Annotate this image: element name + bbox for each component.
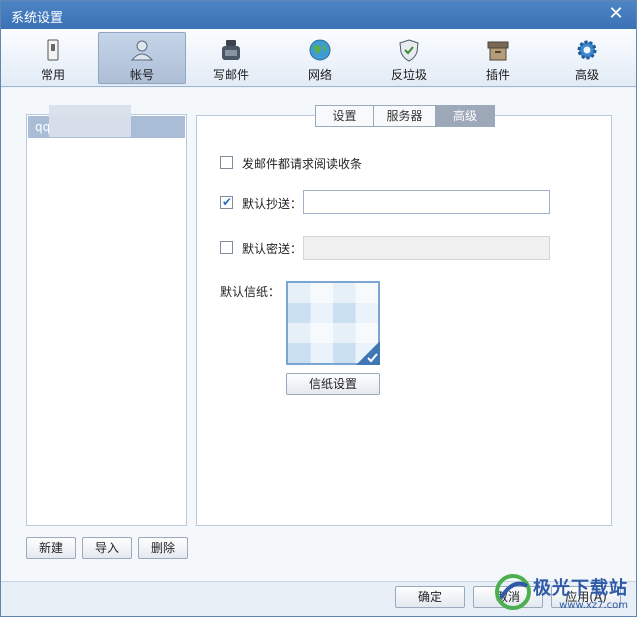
globe-icon (309, 39, 331, 61)
toolbar-item-label: 写邮件 (212, 68, 249, 82)
default-bcc-checkbox[interactable] (220, 241, 233, 254)
default-cc-checkbox[interactable]: ✔ (220, 195, 233, 209)
watermark-text: 极光下载站 (533, 577, 628, 599)
phone-icon (47, 39, 59, 61)
title-bar: 系统设置 ✕ (1, 1, 636, 29)
toolbar-item-label: 常用 (40, 68, 65, 82)
advanced-panel (196, 115, 612, 526)
ok-button[interactable]: 确定 (395, 586, 465, 608)
toolbar-item-label: 反垃圾 (390, 68, 427, 82)
read-receipt-checkbox[interactable] (220, 156, 233, 169)
watermark-logo-icon (495, 574, 531, 610)
delete-account-button[interactable]: 删除 (138, 537, 188, 559)
tab-settings[interactable]: 设置 (315, 105, 374, 127)
account-name: qq (35, 120, 51, 134)
tab-server[interactable]: 服务器 (373, 105, 436, 127)
default-cc-input[interactable] (303, 190, 550, 214)
stationery-settings-button[interactable]: 信纸设置 (286, 373, 380, 395)
toolbar-item-compose[interactable]: 写邮件 (187, 32, 275, 84)
toolbar-item-label: 插件 (485, 68, 510, 82)
user-icon (130, 40, 154, 61)
stationery-label: 默认信纸： (220, 285, 281, 299)
import-account-button[interactable]: 导入 (82, 537, 132, 559)
gear-icon (577, 40, 597, 60)
close-icon[interactable]: ✕ (606, 4, 626, 24)
stationery-preview[interactable] (286, 281, 380, 365)
tab-advanced[interactable]: 高级 (435, 105, 495, 127)
toolbar-item-plugins[interactable]: 插件 (454, 32, 542, 84)
account-list[interactable]: qq (26, 105, 187, 526)
toolbar-item-advanced[interactable]: 高级 (543, 32, 631, 84)
selected-check-icon (356, 341, 380, 365)
toolbar-item-label: 网络 (307, 68, 332, 82)
ink-bottle-icon (222, 40, 240, 60)
default-bcc-input[interactable] (303, 236, 550, 260)
content-area: qq 新建 导入 删除 设置 服务器 高级 发邮件都请求阅读收条 ✔ 默认抄送：… (1, 88, 636, 616)
toolbar-item-general[interactable]: 常用 (9, 32, 97, 84)
checkmark-icon: ✔ (222, 195, 233, 209)
toolbar-item-network[interactable]: 网络 (276, 32, 364, 84)
toolbar-item-account[interactable]: 帐号 (98, 32, 186, 84)
toolbar-item-antispam[interactable]: 反垃圾 (365, 32, 453, 84)
new-account-button[interactable]: 新建 (26, 537, 76, 559)
toolbar-item-label: 高级 (574, 68, 599, 82)
toolbar-item-label: 帐号 (129, 68, 154, 82)
category-toolbar: 常用 帐号 写邮件 网络 反垃圾 插件 高级 (1, 29, 636, 87)
read-receipt-label: 发邮件都请求阅读收条 (242, 157, 363, 171)
default-cc-label: 默认抄送： (242, 197, 303, 211)
watermark: 极光下载站 www.xz7.com (493, 572, 628, 612)
default-bcc-label: 默认密送： (242, 242, 303, 256)
redacted-account-overlay (49, 105, 131, 137)
box-icon (487, 41, 509, 61)
shield-icon (399, 39, 419, 62)
settings-window: 系统设置 ✕ 常用 帐号 写邮件 网络 反垃圾 插件 高级 qq 新建 导入 删… (0, 0, 637, 617)
watermark-url: www.xz7.com (559, 599, 628, 611)
window-title: 系统设置 (11, 11, 64, 26)
